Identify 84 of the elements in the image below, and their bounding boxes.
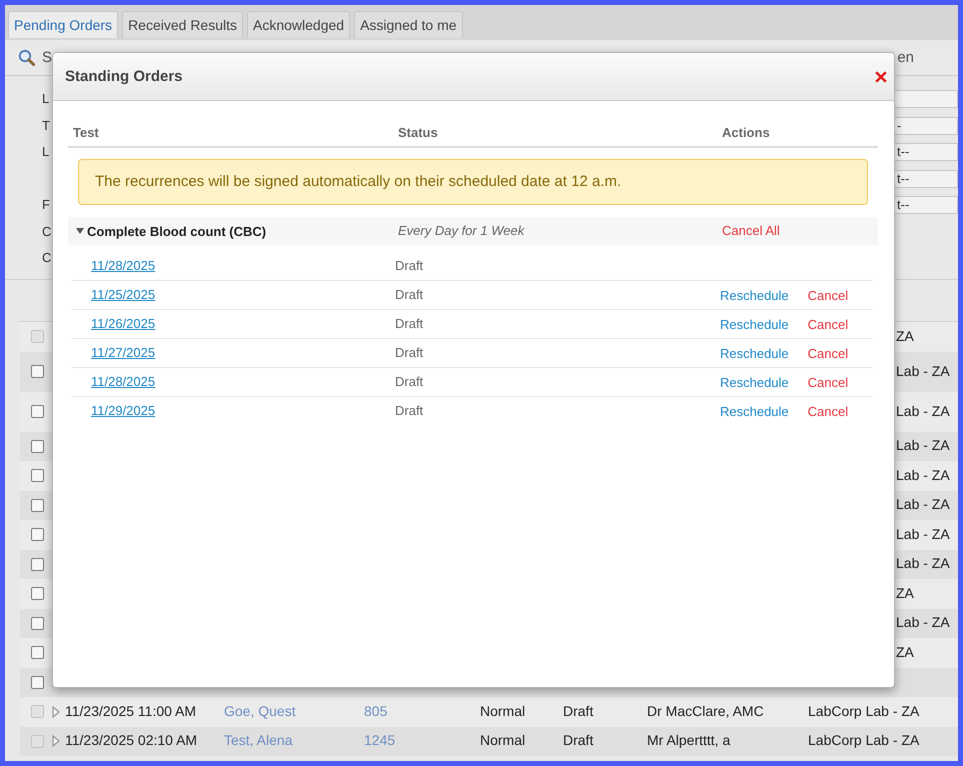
table-cell: Normal	[480, 732, 526, 748]
reschedule-link[interactable]: Reschedule	[720, 316, 789, 332]
status-text: Draft	[395, 374, 424, 389]
table-cell: Lab - ZA	[896, 362, 950, 378]
table-cell: Lab - ZA	[896, 402, 950, 418]
table-cell: Mr Alpertttt, a	[647, 732, 730, 748]
column-header: Status	[398, 124, 438, 140]
checkbox[interactable]	[31, 469, 44, 482]
table-cell: LabCorp Lab - ZA	[808, 732, 920, 748]
form-label: L	[42, 91, 50, 106]
dialog-title: Standing Orders	[65, 68, 183, 85]
status-text: Draft	[395, 316, 424, 331]
select-field[interactable]: -	[893, 116, 958, 135]
reschedule-link[interactable]: Reschedule	[720, 346, 789, 360]
tab[interactable]: Received Results	[122, 11, 243, 38]
table-cell: Lab - ZA	[896, 614, 950, 630]
status-text: Draft	[395, 287, 424, 302]
reschedule-link[interactable]: Reschedule	[720, 288, 789, 302]
cancel-link[interactable]: Cancel	[808, 316, 848, 332]
date-link[interactable]: 11/29/2025	[91, 403, 156, 418]
expand-arrow-icon[interactable]	[52, 735, 60, 748]
checkbox[interactable]	[31, 616, 44, 630]
checkbox[interactable]	[31, 587, 44, 600]
table-cell: 11/23/2025 11:00 AM	[65, 702, 196, 719]
toolbar-label[interactable]: en	[897, 49, 914, 66]
notice-banner: The recurrences will be signed automatically on their scheduled date at 12 a.m.	[78, 159, 868, 205]
schedule-text: Every Day for 1 Week	[398, 223, 524, 238]
select-field[interactable]: t--	[893, 143, 958, 162]
tab[interactable]: Assigned to me	[354, 11, 463, 38]
test-name: Complete Blood count (CBC)	[87, 224, 266, 238]
date-link[interactable]: 11/28/2025	[91, 374, 156, 389]
table-cell: ZA	[896, 644, 914, 660]
table-cell: 11/23/2025 02:10 AM	[65, 732, 198, 748]
checkbox[interactable]	[31, 646, 44, 660]
select-field[interactable]: t--	[893, 196, 958, 214]
form-label: C	[42, 250, 52, 266]
table-cell: Lab - ZA	[896, 466, 950, 483]
date-link[interactable]: 11/27/2025	[91, 345, 156, 360]
checkbox[interactable]	[31, 365, 44, 378]
form-label: T	[42, 118, 50, 133]
cancel-link[interactable]: Cancel All	[722, 223, 780, 238]
checkbox[interactable]	[31, 528, 44, 542]
checkbox[interactable]	[31, 558, 44, 571]
status-text: Draft	[395, 258, 424, 272]
tab[interactable]: Pending Orders	[8, 11, 118, 38]
table-cell: Lab - ZA	[896, 555, 950, 572]
reschedule-link[interactable]: Reschedule	[720, 374, 789, 390]
reschedule-link[interactable]: Reschedule	[720, 404, 789, 418]
caret-icon[interactable]	[76, 227, 84, 235]
checkbox[interactable]	[31, 498, 44, 512]
form-label: F	[42, 197, 50, 212]
tab[interactable]: Acknowledged	[247, 11, 350, 38]
date-link[interactable]: 11/25/2025	[91, 287, 156, 302]
close-icon[interactable]	[875, 70, 887, 82]
table-cell: Draft	[563, 732, 594, 748]
toolbar-label[interactable]: S	[42, 49, 52, 66]
form-label: L	[42, 144, 50, 160]
checkbox[interactable]	[31, 440, 44, 453]
cancel-link[interactable]: Cancel	[808, 404, 848, 418]
cancel-link[interactable]: Cancel	[808, 374, 848, 390]
date-link[interactable]: 11/28/2025	[91, 258, 156, 272]
cancel-link[interactable]: Cancel	[808, 288, 848, 302]
table-cell: ZA	[896, 328, 914, 344]
table-cell: Lab - ZA	[896, 526, 950, 542]
table-cell: Normal	[480, 702, 526, 719]
checkbox[interactable]	[31, 405, 44, 418]
search-icon[interactable]	[18, 49, 35, 66]
input-field[interactable]	[893, 90, 958, 108]
table-cell: Lab - ZA	[896, 496, 950, 512]
form-label: C	[42, 224, 52, 239]
status-text: Draft	[395, 345, 424, 360]
table-cell: Lab - ZA	[896, 437, 950, 454]
table-cell: Dr MacClare, AMC	[647, 702, 764, 719]
select-field[interactable]: t--	[893, 170, 958, 188]
status-text: Draft	[395, 403, 424, 418]
date-link[interactable]: 11/26/2025	[91, 316, 156, 331]
table-cell: Draft	[563, 702, 594, 719]
checkbox[interactable]	[31, 676, 44, 689]
expand-arrow-icon[interactable]	[52, 706, 60, 718]
table-cell: LabCorp Lab - ZA	[808, 702, 920, 719]
column-header: Test	[73, 124, 99, 140]
cancel-link[interactable]: Cancel	[808, 346, 848, 360]
column-header: Actions	[722, 124, 770, 140]
table-cell: ZA	[896, 584, 914, 601]
